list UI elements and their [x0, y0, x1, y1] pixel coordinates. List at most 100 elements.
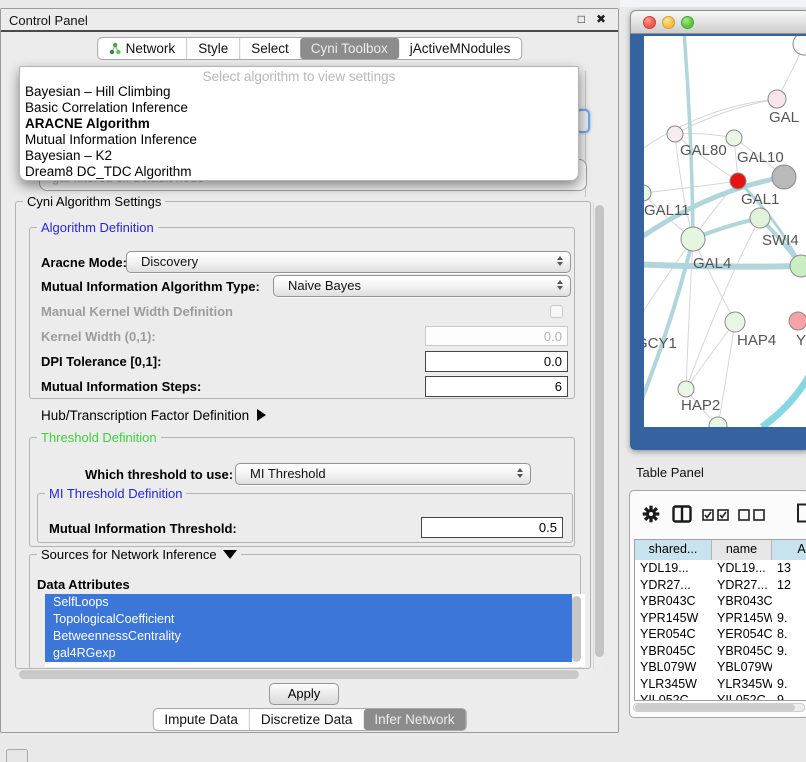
deselect-all-icon[interactable] — [738, 509, 766, 521]
table-column-header[interactable]: shared... — [635, 540, 712, 560]
table-column-header[interactable]: name — [712, 540, 772, 560]
columns-icon[interactable] — [672, 505, 692, 523]
network-node[interactable] — [793, 36, 806, 55]
which-threshold-combo[interactable]: MI Threshold — [235, 463, 531, 485]
network-node[interactable] — [725, 312, 745, 332]
network-node-label: GAL1 — [741, 191, 779, 208]
hub-definition-toggle[interactable]: Hub/Transcription Factor Definition — [41, 408, 266, 423]
minimize-traffic-light[interactable] — [662, 16, 675, 29]
network-node[interactable] — [768, 90, 786, 108]
tab-style[interactable]: Style — [186, 38, 239, 59]
table-column-header[interactable]: A — [772, 540, 806, 560]
manual-kernel-label: Manual Kernel Width Definition — [41, 304, 233, 319]
table-cell: YIL052C — [712, 692, 772, 701]
aracne-mode-value: Discovery — [141, 254, 198, 269]
table-row[interactable]: YBL079WYBL079W — [635, 659, 806, 676]
network-node-label: GAL4 — [693, 255, 731, 272]
dpi-tolerance-field[interactable]: 0.0 — [425, 351, 568, 372]
tab-jactivemnodules[interactable]: jActiveMNodules — [399, 38, 522, 59]
select-all-icon[interactable] — [702, 509, 730, 521]
table-row[interactable]: YBR043CYBR043C — [635, 593, 806, 610]
network-node[interactable] — [667, 126, 683, 142]
node-table[interactable]: shared...nameA YDL19...YDL19...13YDR27..… — [634, 539, 806, 701]
close-traffic-light[interactable] — [643, 16, 656, 29]
table-row[interactable]: YIL052CYIL052C9. — [635, 692, 806, 701]
network-node[interactable] — [681, 227, 705, 251]
attribute-list-item[interactable]: gal4RGexp — [45, 645, 572, 662]
dropdown-items: Bayesian – Hill ClimbingBasic Correlatio… — [20, 84, 578, 180]
network-node[interactable] — [678, 381, 694, 397]
combo-arrows-icon — [517, 468, 523, 478]
mi-threshold-field[interactable]: 0.5 — [421, 517, 563, 538]
dropdown-prompt: Select algorithm to view settings — [20, 69, 578, 84]
table-row[interactable]: YBR045CYBR045C9. — [635, 643, 806, 660]
table-row[interactable]: YDR27...YDR27...12 — [635, 577, 806, 594]
aracne-mode-combo[interactable]: Discovery — [126, 251, 571, 273]
kernel-width-field[interactable]: 0.0 — [425, 326, 568, 346]
tab-select[interactable]: Select — [239, 38, 300, 59]
table-cell: YDL19... — [712, 560, 772, 577]
dropdown-item[interactable]: Bayesian – Hill Climbing — [20, 84, 578, 100]
table-row[interactable]: YDL19...YDL19...13 — [635, 560, 806, 577]
network-node[interactable] — [726, 130, 742, 146]
settings-vertical-scrollbar[interactable] — [593, 203, 604, 669]
tab-infer-network[interactable]: Infer Network — [363, 709, 465, 730]
gear-icon[interactable] — [642, 505, 660, 523]
apply-button[interactable]: Apply — [269, 683, 339, 705]
network-node[interactable] — [790, 255, 806, 277]
floating-mini-button[interactable] — [6, 749, 28, 762]
network-view-window: GALGAL80GAL10GAL1GAL11SWI4GAL4GCY1HAP4YH… — [630, 10, 806, 450]
which-threshold-value: MI Threshold — [250, 466, 326, 481]
tab-discretize-data[interactable]: Discretize Data — [249, 709, 364, 730]
settings-horizontal-scrollbar[interactable] — [17, 669, 591, 680]
data-attributes-label: Data Attributes — [37, 577, 130, 592]
dropdown-item[interactable]: Mutual Information Inference — [20, 132, 578, 148]
table-cell: YLR345W — [635, 676, 712, 693]
tab-cyni-toolbox[interactable]: Cyni Toolbox — [300, 38, 399, 59]
dropdown-item[interactable]: Basic Correlation Inference — [20, 100, 578, 116]
network-node[interactable] — [709, 417, 727, 427]
close-icon[interactable]: ✖ — [596, 12, 606, 26]
attributes-scrollbar[interactable] — [572, 596, 581, 662]
network-graph: GALGAL80GAL10GAL1GAL11SWI4GAL4GCY1HAP4YH… — [644, 36, 806, 427]
network-node-label: HAP4 — [737, 332, 776, 349]
attribute-list-item[interactable]: TopologicalCoefficient — [45, 611, 572, 628]
network-node[interactable] — [730, 173, 746, 189]
tab-impute-data[interactable]: Impute Data — [153, 709, 249, 730]
table-row[interactable]: YER054CYER054C8. — [635, 626, 806, 643]
float-icon[interactable]: □ — [578, 12, 585, 26]
tab-network[interactable]: Network — [98, 38, 187, 59]
combo-arrows-icon — [557, 256, 563, 266]
sources-group-title[interactable]: Sources for Network Inference — [37, 547, 241, 562]
dropdown-item[interactable]: Dream8 DC_TDC Algorithm — [20, 164, 578, 180]
table-horizontal-scrollbar[interactable] — [633, 703, 805, 712]
dropdown-item[interactable]: Bayesian – K2 — [20, 148, 578, 164]
table-row[interactable]: YPR145WYPR145W9. — [635, 610, 806, 627]
network-node[interactable] — [750, 208, 770, 228]
table-cell: 9. — [772, 610, 806, 627]
network-node[interactable] — [772, 165, 796, 189]
mi-steps-field[interactable]: 6 — [425, 376, 568, 397]
mi-threshold-group-title: MI Threshold Definition — [45, 486, 186, 501]
table-row[interactable]: YLR345WYLR345W9. — [635, 676, 806, 693]
network-window-titlebar — [630, 10, 806, 34]
screen: Control Panel □ ✖ NetworkStyleSelectCyni… — [0, 0, 806, 762]
attribute-list-item[interactable]: SelfLoops — [45, 594, 572, 611]
manual-kernel-checkbox[interactable] — [550, 305, 563, 318]
dropdown-item[interactable]: ARACNE Algorithm — [20, 116, 578, 132]
table-cell: 9. — [772, 676, 806, 693]
table-panel: shared...nameA YDL19...YDL19...13YDR27..… — [629, 490, 806, 718]
table-cell: YPR145W — [635, 610, 712, 627]
mi-threshold-label: Mutual Information Threshold: — [49, 521, 237, 536]
network-node[interactable] — [789, 312, 806, 330]
mi-type-combo[interactable]: Naive Bayes — [273, 275, 571, 297]
collapse-down-icon — [223, 550, 237, 559]
mi-type-value: Naive Bayes — [288, 278, 361, 293]
attribute-list-item[interactable]: BetweennessCentrality — [45, 628, 572, 645]
zoom-traffic-light[interactable] — [681, 16, 694, 29]
network-edge — [686, 322, 735, 389]
function-builder-icon[interactable] — [796, 503, 806, 523]
network-node[interactable] — [644, 185, 651, 201]
threshold-definition-title: Threshold Definition — [37, 430, 161, 445]
network-canvas[interactable]: GALGAL80GAL10GAL1GAL11SWI4GAL4GCY1HAP4YH… — [644, 36, 806, 427]
